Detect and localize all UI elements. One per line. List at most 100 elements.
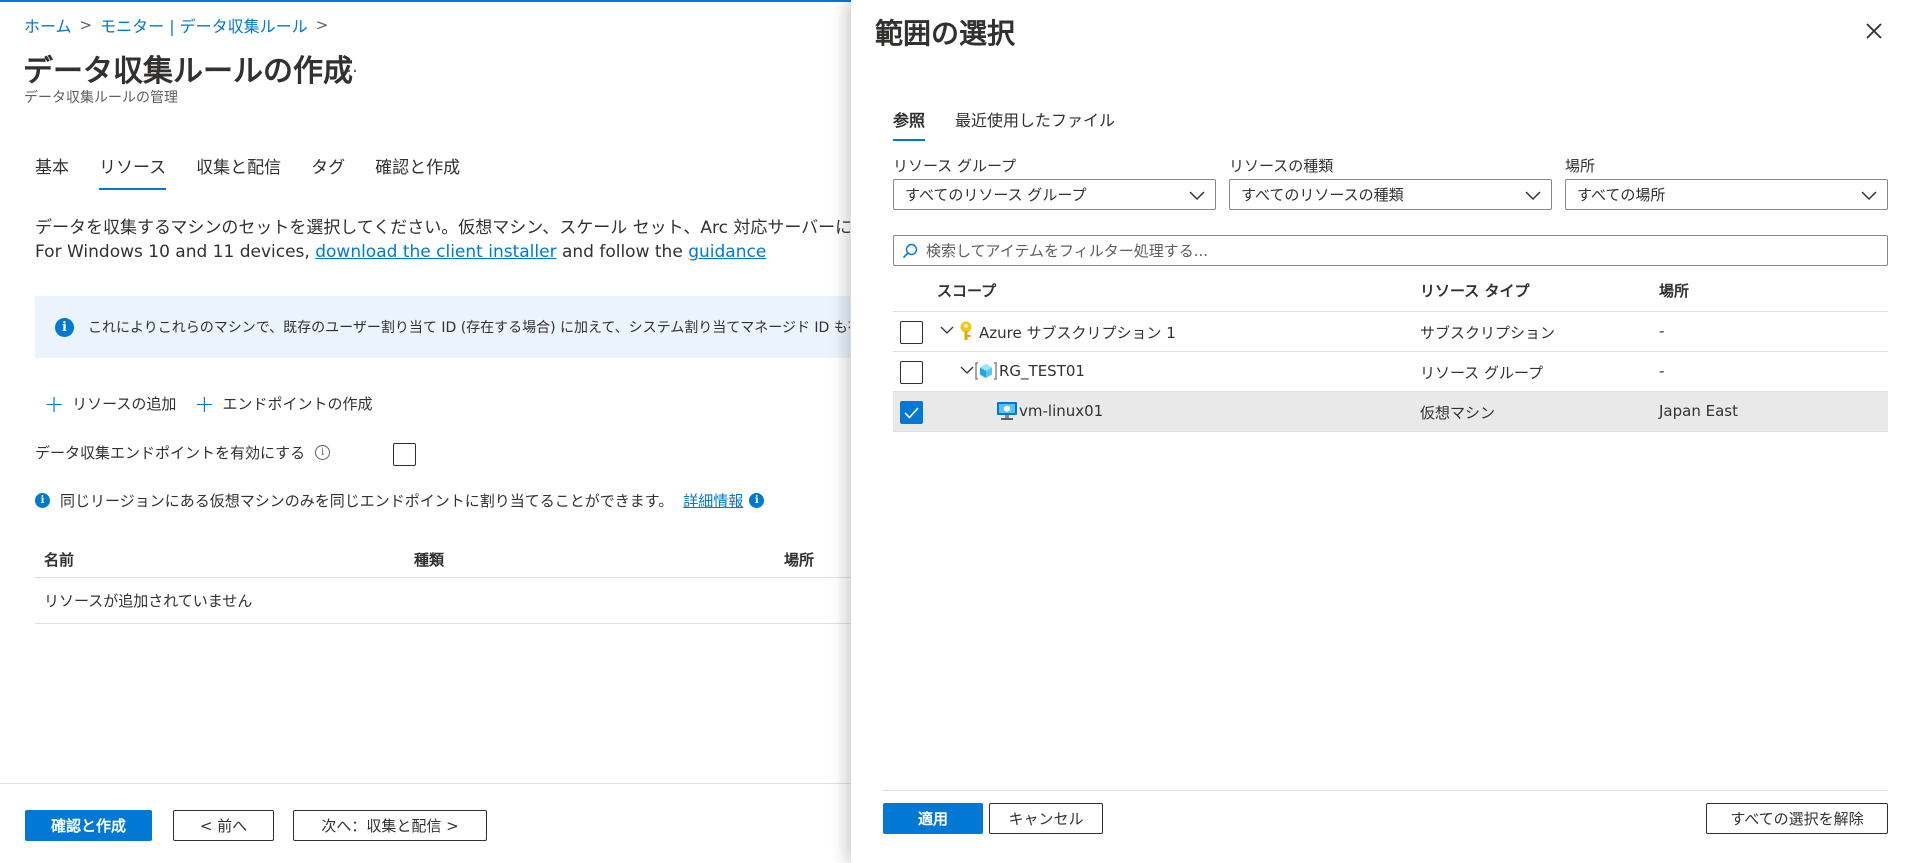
virtual-machine-icon <box>997 402 1017 420</box>
scope-location: - <box>1659 322 1665 340</box>
checkmark-icon <box>904 407 919 419</box>
page-subtitle: データ収集ルールの管理 <box>24 90 178 106</box>
next-button[interactable]: 次へ：収集と配信 > <box>293 810 487 841</box>
scope-grid-header: スコープ リソース タイプ 場所 <box>893 272 1888 312</box>
page-title: データ収集ルールの作成 <box>23 54 353 89</box>
location-dropdown[interactable]: すべての場所 <box>1565 179 1888 210</box>
description-text: For Windows 10 and 11 devices, <box>35 242 316 262</box>
description-text: and follow the <box>556 242 689 262</box>
panel-footer-divider <box>883 790 1888 791</box>
column-header-name[interactable]: 名前 <box>35 549 405 570</box>
info-icon: i <box>55 317 74 337</box>
plus-icon: + <box>194 389 215 418</box>
chevron-down-icon[interactable] <box>959 363 975 377</box>
resource-group-filter-label: リソース グループ <box>893 157 1017 175</box>
chevron-down-icon <box>1861 191 1877 201</box>
add-resource-button[interactable]: + リソースの追加 <box>44 389 177 418</box>
scope-type: 仮想マシン <box>1420 404 1496 422</box>
panel-title: 範囲の選択 <box>875 17 1016 50</box>
chevron-down-icon <box>1189 191 1205 201</box>
table-header: 名前 種類 場所 <box>35 542 850 578</box>
wizard-tabs: 基本 リソース 収集と配信 タグ 確認と作成 <box>35 153 490 190</box>
resource-type-filter-label: リソースの種類 <box>1229 157 1334 175</box>
scope-row-subscription[interactable]: Azure サブスクリプション 1 サブスクリプション - <box>893 312 1888 352</box>
row-checkbox[interactable] <box>900 361 923 384</box>
column-header-location[interactable]: 場所 <box>775 549 850 570</box>
resource-group-dropdown-value: すべてのリソース グループ <box>905 186 1087 204</box>
filter-search-input[interactable]: 検索してアイテムをフィルター処理する... <box>893 235 1888 266</box>
scope-name: RG_TEST01 <box>999 362 1085 380</box>
description-line2: For Windows 10 and 11 devices, download … <box>35 240 850 264</box>
previous-button[interactable]: < 前へ <box>173 810 274 841</box>
chevron-down-icon[interactable] <box>939 323 955 337</box>
create-endpoint-button[interactable]: + エンドポイントの作成 <box>194 389 373 418</box>
location-filter-label: 場所 <box>1565 157 1596 175</box>
tab-review-create[interactable]: 確認と作成 <box>375 153 460 190</box>
column-header-type[interactable]: 種類 <box>405 549 775 570</box>
search-placeholder: 検索してアイテムをフィルター処理する... <box>926 242 1209 260</box>
info-icon: i <box>35 493 50 508</box>
create-endpoint-label: エンドポイントの作成 <box>222 395 373 413</box>
panel-tabs: 参照 最近使用したファイル <box>893 107 1145 141</box>
scope-row-resource-group[interactable]: RG_TEST01 リソース グループ - <box>893 352 1888 392</box>
breadcrumb-monitor-link[interactable]: モニター | データ収集ルール <box>100 13 308 37</box>
cancel-button[interactable]: キャンセル <box>989 803 1103 834</box>
location-dropdown-value: すべての場所 <box>1577 186 1666 204</box>
info-icon[interactable]: i <box>315 445 331 460</box>
row-checkbox[interactable] <box>900 321 923 344</box>
scope-name: Azure サブスクリプション 1 <box>979 324 1176 342</box>
tab-collect-deliver[interactable]: 収集と配信 <box>196 153 281 190</box>
chevron-right-icon: > <box>315 16 329 34</box>
add-resource-label: リソースの追加 <box>72 395 177 413</box>
empty-table-message: リソースが追加されていません <box>35 578 850 624</box>
tab-resources[interactable]: リソース <box>99 153 167 190</box>
download-installer-link[interactable]: download the client installer <box>315 242 556 262</box>
resource-actions: + リソースの追加 + エンドポイントの作成 <box>44 389 373 418</box>
enable-endpoint-label: データ収集エンドポイントを有効にする i <box>35 442 331 463</box>
scope-name: vm-linux01 <box>1019 402 1104 420</box>
scope-type: サブスクリプション <box>1420 324 1556 342</box>
resource-group-icon <box>975 362 997 380</box>
resource-type-dropdown-value: すべてのリソースの種類 <box>1241 186 1404 204</box>
guidance-link[interactable]: guidance <box>688 242 766 262</box>
footer-divider <box>0 783 850 784</box>
chevron-down-icon <box>1525 191 1541 201</box>
row-checkbox[interactable] <box>900 401 923 424</box>
tab-basics[interactable]: 基本 <box>35 153 69 190</box>
learn-more-link[interactable]: 詳細情報 <box>683 490 743 511</box>
region-note-text: 同じリージョンにある仮想マシンのみを同じエンドポイントに割り当てることができます… <box>60 492 674 510</box>
chevron-right-icon: > <box>79 16 93 34</box>
close-icon[interactable] <box>1861 18 1887 44</box>
key-icon <box>960 321 972 340</box>
description-line1: データを収集するマシンのセットを選択してください。仮想マシン、スケール セット、… <box>35 218 850 238</box>
clear-all-selections-button[interactable]: すべての選択を解除 <box>1706 803 1888 834</box>
column-header-location[interactable]: 場所 <box>1659 280 1689 301</box>
scope-selection-panel: 範囲の選択 参照 最近使用したファイル リソース グループ すべてのリソース グ… <box>851 0 1920 863</box>
more-options-icon[interactable]: … <box>340 56 359 77</box>
create-rule-page: ホーム > モニター | データ収集ルール > データ収集ルールの作成 … デー… <box>0 0 850 863</box>
column-header-resource-type[interactable]: リソース タイプ <box>1420 280 1529 301</box>
review-create-button[interactable]: 確認と作成 <box>25 810 152 841</box>
enable-endpoint-checkbox[interactable] <box>393 443 416 466</box>
scope-row-virtual-machine[interactable]: vm-linux01 仮想マシン Japan East <box>893 392 1888 432</box>
plus-icon: + <box>44 389 65 418</box>
column-header-scope[interactable]: スコープ <box>937 280 996 301</box>
resources-description: データを収集するマシンのセットを選択してください。仮想マシン、スケール セット、… <box>35 216 850 264</box>
resource-type-dropdown[interactable]: すべてのリソースの種類 <box>1229 179 1552 210</box>
breadcrumb-home-link[interactable]: ホーム <box>24 13 72 37</box>
scope-location: Japan East <box>1659 402 1738 420</box>
breadcrumb: ホーム > モニター | データ収集ルール > <box>24 13 328 37</box>
apply-button[interactable]: 適用 <box>883 803 983 834</box>
managed-identity-info-banner: i これによりこれらのマシンで、既存のユーザー割り当て ID (存在する場合) … <box>35 296 850 358</box>
resource-group-dropdown[interactable]: すべてのリソース グループ <box>893 179 1216 210</box>
resources-table: 名前 種類 場所 リソースが追加されていません <box>35 542 850 624</box>
tab-recent[interactable]: 最近使用したファイル <box>955 107 1115 141</box>
tab-browse[interactable]: 参照 <box>893 107 926 141</box>
info-icon[interactable]: i <box>749 493 765 508</box>
enable-endpoint-text: データ収集エンドポイントを有効にする <box>35 444 306 462</box>
region-note: i 同じリージョンにある仮想マシンのみを同じエンドポイントに割り当てることができ… <box>35 490 765 511</box>
tab-tags[interactable]: タグ <box>311 153 345 190</box>
scope-location: - <box>1659 362 1665 380</box>
scope-type: リソース グループ <box>1420 364 1544 382</box>
search-icon <box>902 243 918 258</box>
